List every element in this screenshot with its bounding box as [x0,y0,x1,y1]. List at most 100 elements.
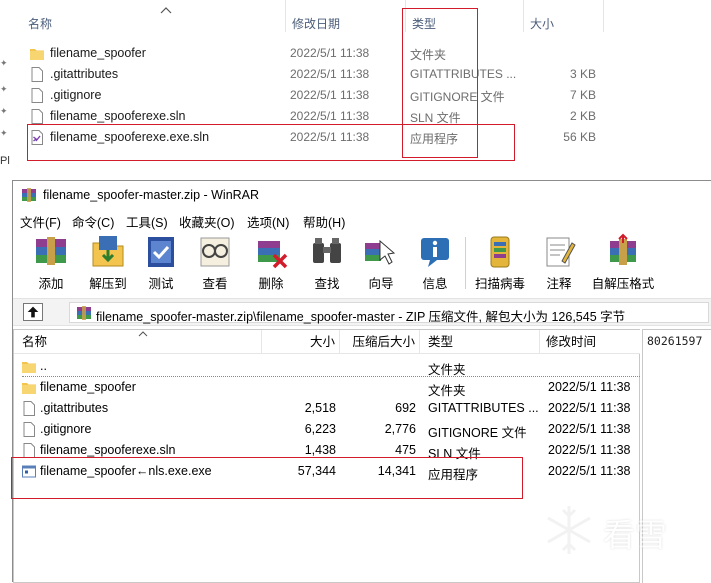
pin-icon: ✦ [0,106,8,116]
snowflake-icon [547,506,591,554]
explorer-row[interactable]: .gitignore 2022/5/1 11:38 GITIGNORE 文件 7… [12,85,612,106]
file-size: 7 KB [569,88,596,102]
sort-up-icon [138,331,148,337]
file-date: 2022/5/1 11:38 [290,109,370,123]
folder-icon [22,383,36,394]
toolbar-label: 查看 [202,277,228,291]
add-button[interactable]: 添加 [21,233,81,295]
folder-icon [30,49,44,60]
archive-icon [77,306,91,320]
info-button[interactable]: 信息 [413,233,457,295]
file-icon [31,88,43,103]
item-packed: 692 [395,401,416,415]
find-icon [313,238,341,263]
menu-help[interactable]: 帮助(H) [303,212,345,231]
toolbar-label: 查找 [314,277,340,291]
pin-icon: ✦ [0,84,8,94]
col-size[interactable]: 大小 [524,0,604,32]
sfx-button[interactable]: 自解压格式 [589,233,657,295]
toolbar-label: 扫描病毒 [474,277,525,291]
item-size: 2,518 [304,401,336,415]
menu-file[interactable]: 文件(F) [20,212,61,231]
path-text: filename_spoofer-master.zip\filename_spo… [96,310,626,324]
toolbar-label: 信息 [422,277,448,291]
col-type[interactable]: 类型 [420,330,540,354]
item-name: filename_spoofer [40,380,136,394]
item-modified: 2022/5/1 11:38 [548,422,631,436]
menu-options[interactable]: 选项(N) [247,212,289,231]
test-button[interactable]: 测试 [139,233,183,295]
menu-commands[interactable]: 命令(C) [72,212,114,231]
toolbar: 添加 解压到 测试 查看 删除 查找 向导 信息 扫描病毒 注释 自解压格式 [13,231,711,297]
file-size: 56 KB [563,130,596,144]
title-bar[interactable]: filename_spoofer-master.zip - WinRAR [13,181,711,209]
menu-favorites[interactable]: 收藏夹(O) [179,212,235,231]
file-icon [31,67,43,82]
col-packed[interactable]: 压缩后大小 [340,330,420,354]
col-size[interactable]: 大小 [262,330,340,354]
wizard-icon [365,239,396,265]
explorer-row[interactable]: filename_spoofer 2022/5/1 11:38 文件夹 [12,43,612,64]
toolbar-label: 添加 [38,277,64,291]
extract-to-icon [92,236,124,267]
file-name: .gitignore [50,88,102,102]
find-button[interactable]: 查找 [305,233,349,295]
pin-icon: ✦ [0,128,8,138]
toolbar-label: 自解压格式 [591,277,655,291]
menu-tools[interactable]: 工具(S) [126,212,168,231]
item-modified: 2022/5/1 11:38 [548,401,631,415]
toolbar-label: 向导 [368,277,394,291]
menu-bar: 文件(F) 命令(C) 工具(S) 收藏夹(O) 选项(N) 帮助(H) [13,209,711,231]
list-item[interactable]: .gitattributes 2,518 692 GITATTRIBUTES .… [14,398,640,419]
explorer-nav-strip: ✦ ✦ ✦ ✦ Pl [0,0,12,175]
item-name: .gitignore [40,422,92,436]
watermark-text: 看雪 [603,516,668,554]
window-title: filename_spoofer-master.zip - WinRAR [43,188,260,202]
up-arrow-icon [27,306,39,318]
sfx-icon [610,233,636,265]
comment-text: 80261597 [647,334,703,348]
item-name: .. [40,359,47,373]
item-name: .gitattributes [40,401,109,415]
toolbar-label: 解压到 [89,277,127,291]
item-size: 6,223 [304,422,336,436]
pin-icon: ✦ [0,58,8,68]
item-type: 文件夹 [428,384,466,398]
up-folder-button[interactable] [23,303,43,321]
file-icon [23,422,35,437]
col-modified[interactable]: 修改时间 [540,330,640,354]
highlight-exe-row [27,124,515,161]
wizard-button[interactable]: 向导 [359,233,403,295]
comment-button[interactable]: 注释 [537,233,581,295]
file-date: 2022/5/1 11:38 [290,88,370,102]
list-item[interactable]: .gitignore 6,223 2,776 GITIGNORE 文件 2022… [14,419,640,440]
add-archive-icon [36,237,66,265]
address-bar: filename_spoofer-master.zip\filename_spo… [13,298,711,326]
nav-fragment: Pl [0,155,10,167]
view-button[interactable]: 查看 [193,233,237,295]
file-date: 2022/5/1 11:38 [290,46,370,60]
list-header: 名称 大小 压缩后大小 类型 修改时间 [14,330,640,354]
col-date[interactable]: 修改日期 [286,0,406,32]
file-name: .gitattributes [50,67,119,81]
item-type: GITIGNORE 文件 [428,426,527,440]
delete-button[interactable]: 删除 [249,233,293,295]
folder-up-icon [22,362,36,373]
item-packed: 475 [395,443,416,457]
file-size: 2 KB [569,109,596,123]
col-name[interactable]: 名称 [22,0,286,32]
path-field[interactable]: filename_spoofer-master.zip\filename_spo… [69,302,709,324]
explorer-column-header: 名称 修改日期 类型 大小 [12,0,711,32]
item-type: GITATTRIBUTES ... [428,401,539,415]
list-item[interactable]: .. 文件夹 [14,356,640,377]
file-size: 3 KB [569,67,596,81]
virus-scan-button[interactable]: 扫描病毒 [471,233,529,295]
toolbar-label: 注释 [546,277,572,291]
file-name: filename_spooferexe.sln [50,109,186,123]
watermark: 看雪 [541,500,691,560]
file-icon [23,443,35,458]
item-name: filename_spooferexe.sln [40,443,176,457]
extract-to-button[interactable]: 解压到 [83,233,133,295]
list-item[interactable]: filename_spoofer 文件夹 2022/5/1 11:38 [14,377,640,398]
explorer-row[interactable]: .gitattributes 2022/5/1 11:38 GITATTRIBU… [12,64,612,85]
